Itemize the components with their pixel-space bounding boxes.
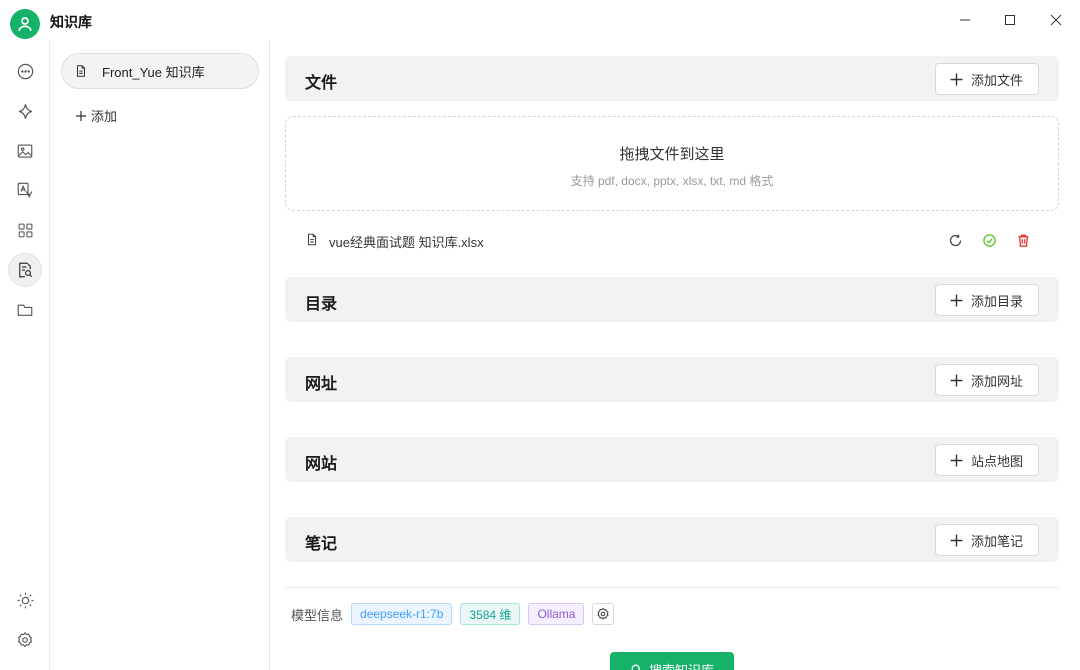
image-icon bbox=[16, 142, 34, 160]
add-url-label: 添加网址 bbox=[971, 371, 1023, 390]
add-file-button[interactable]: 添加文件 bbox=[935, 63, 1039, 95]
gear-icon bbox=[596, 607, 610, 621]
nav-apps[interactable] bbox=[8, 213, 42, 247]
knowledge-icon bbox=[16, 261, 34, 279]
plus-icon bbox=[950, 454, 963, 467]
divider bbox=[285, 587, 1059, 588]
add-note-button[interactable]: 添加笔记 bbox=[935, 524, 1039, 556]
translate-icon bbox=[16, 181, 34, 199]
nav-files[interactable] bbox=[8, 293, 42, 327]
section-directory-title: 目录 bbox=[305, 290, 337, 314]
add-directory-button[interactable]: 添加目录 bbox=[935, 284, 1039, 316]
knowledge-base-list: Front_Yue 知识库 添加 bbox=[51, 40, 270, 670]
main-content: 文件 添加文件 拖拽文件到这里 支持 pdf, docx, pptx, xlsx… bbox=[271, 40, 1080, 670]
section-directory: 目录 添加目录 bbox=[285, 277, 1059, 322]
plus-icon bbox=[950, 374, 963, 387]
maximize-icon bbox=[1004, 14, 1016, 26]
refresh-icon bbox=[948, 233, 963, 248]
plus-icon bbox=[75, 110, 87, 122]
section-notes-title: 笔记 bbox=[305, 530, 337, 554]
add-url-button[interactable]: 添加网址 bbox=[935, 364, 1039, 396]
theme-sun-icon bbox=[16, 591, 35, 610]
trash-icon bbox=[1016, 233, 1031, 248]
model-info-label: 模型信息 bbox=[291, 605, 343, 624]
file-list-item: vue经典面试题 知识库.xlsx bbox=[285, 223, 1059, 257]
close-icon bbox=[1050, 14, 1062, 26]
delete-file-button[interactable] bbox=[1014, 231, 1032, 249]
settings-icon bbox=[16, 631, 34, 649]
section-notes: 笔记 添加笔记 bbox=[285, 517, 1059, 562]
apps-icon bbox=[17, 222, 34, 239]
file-name: vue经典面试题 知识库.xlsx bbox=[329, 232, 484, 251]
nav-translate[interactable] bbox=[8, 173, 42, 207]
kb-item-front-yue[interactable]: Front_Yue 知识库 bbox=[61, 53, 259, 89]
app-logo[interactable] bbox=[10, 9, 40, 39]
document-icon bbox=[74, 64, 88, 78]
search-knowledge-base-button[interactable]: 搜索知识库 bbox=[610, 652, 734, 670]
nav-chat[interactable] bbox=[8, 54, 42, 88]
section-files-title: 文件 bbox=[305, 69, 337, 93]
left-icon-bar bbox=[0, 40, 50, 670]
maximize-button[interactable] bbox=[995, 6, 1025, 34]
section-files: 文件 添加文件 bbox=[285, 56, 1059, 101]
add-note-label: 添加笔记 bbox=[971, 531, 1023, 550]
section-url: 网址 添加网址 bbox=[285, 357, 1059, 402]
provider-tag: Ollama bbox=[528, 603, 584, 625]
file-dropzone[interactable]: 拖拽文件到这里 支持 pdf, docx, pptx, xlsx, txt, m… bbox=[285, 116, 1059, 211]
nav-knowledge[interactable] bbox=[8, 253, 42, 287]
model-settings-button[interactable] bbox=[592, 603, 614, 625]
window-title: 知识库 bbox=[50, 12, 92, 32]
plus-icon bbox=[950, 73, 963, 86]
chat-icon bbox=[16, 62, 35, 81]
plus-icon bbox=[950, 534, 963, 547]
sparkle-icon bbox=[16, 102, 35, 121]
dropzone-title: 拖拽文件到这里 bbox=[286, 143, 1058, 164]
add-knowledge-base-label: 添加 bbox=[91, 106, 117, 125]
theme-toggle[interactable] bbox=[8, 583, 42, 617]
folder-icon bbox=[16, 301, 34, 319]
title-bar: 知识库 bbox=[0, 0, 1080, 40]
refresh-file-button[interactable] bbox=[946, 231, 964, 249]
add-knowledge-base-button[interactable]: 添加 bbox=[75, 106, 117, 125]
plus-icon bbox=[950, 294, 963, 307]
minimize-button[interactable] bbox=[950, 6, 980, 34]
user-icon bbox=[16, 15, 34, 33]
add-file-label: 添加文件 bbox=[971, 70, 1023, 89]
dropzone-hint: 支持 pdf, docx, pptx, xlsx, txt, md 格式 bbox=[286, 172, 1058, 189]
settings-button[interactable] bbox=[8, 623, 42, 657]
nav-paint[interactable] bbox=[8, 134, 42, 168]
file-status-done bbox=[980, 231, 998, 249]
add-sitemap-label: 站点地图 bbox=[971, 451, 1023, 470]
model-tag: deepseek-r1:7b bbox=[351, 603, 452, 625]
section-website-title: 网站 bbox=[305, 450, 337, 474]
search-icon bbox=[630, 663, 643, 670]
nav-agents[interactable] bbox=[8, 94, 42, 128]
model-info: 模型信息 deepseek-r1:7b 3584 维 Ollama bbox=[291, 603, 614, 625]
section-website: 网站 站点地图 bbox=[285, 437, 1059, 482]
kb-item-label: Front_Yue 知识库 bbox=[102, 62, 205, 81]
close-button[interactable] bbox=[1041, 6, 1071, 34]
section-url-title: 网址 bbox=[305, 370, 337, 394]
add-sitemap-button[interactable]: 站点地图 bbox=[935, 444, 1039, 476]
search-knowledge-base-label: 搜索知识库 bbox=[649, 660, 714, 670]
add-directory-label: 添加目录 bbox=[971, 291, 1023, 310]
dimension-tag: 3584 维 bbox=[460, 603, 520, 625]
minimize-icon bbox=[959, 14, 971, 26]
check-circle-icon bbox=[982, 233, 997, 248]
file-icon bbox=[305, 232, 319, 247]
